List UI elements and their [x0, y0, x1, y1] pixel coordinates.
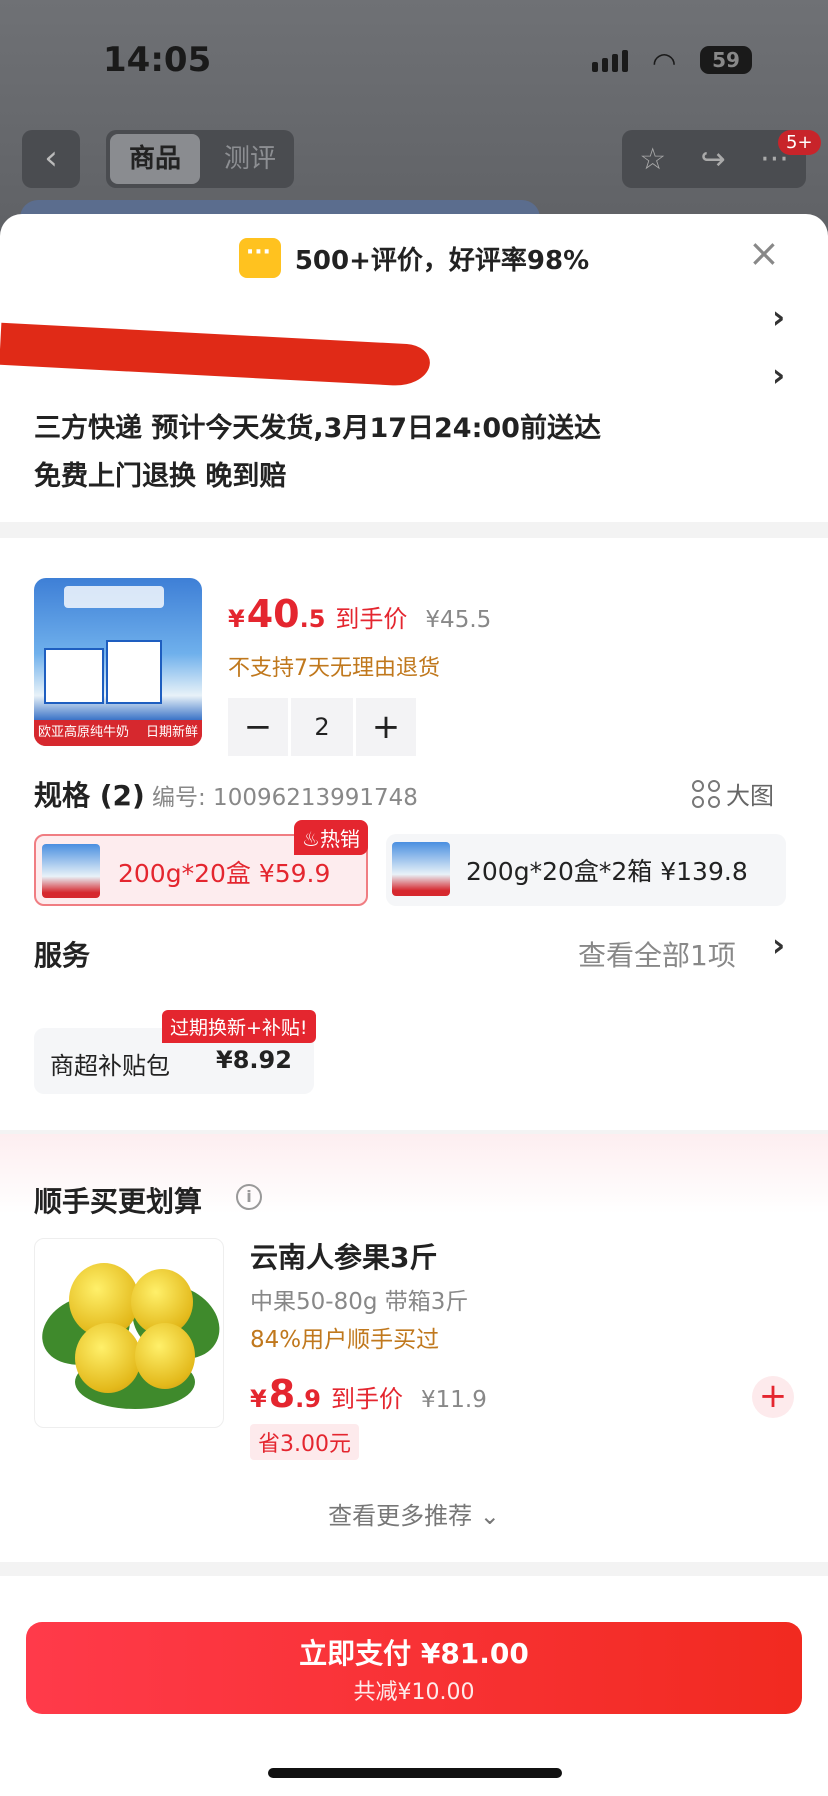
- rating-summary[interactable]: 500+评价，好评率98%: [0, 238, 828, 278]
- product-price: ¥ 40 .5 到手价 ¥45.5: [228, 592, 491, 636]
- address-chevron-icon[interactable]: ›: [772, 298, 785, 336]
- savings-badge: 省3.00元: [250, 1424, 359, 1460]
- pay-discount: 共减¥10.00: [353, 1680, 475, 1705]
- quantity-value[interactable]: 2: [291, 698, 353, 756]
- price-integer: 8: [268, 1372, 296, 1416]
- spec-title: 规格 (2): [34, 779, 145, 812]
- return-policy: 不支持7天无理由退货: [228, 656, 440, 681]
- bundle-title: 顺手买更划算: [34, 1185, 203, 1218]
- price-tag: 到手价: [330, 1385, 403, 1413]
- status-time: 14:05: [103, 40, 212, 80]
- bundle-item-image[interactable]: [34, 1238, 224, 1428]
- hot-sale-badge: ♨热销: [294, 820, 368, 855]
- hot-sale-label: 热销: [319, 827, 360, 851]
- order-sheet: 500+评价，好评率98% × › 三方快递 预计今天发货,3月17日24:00…: [0, 214, 828, 1796]
- option-label: 200g*20盒 ¥59.9: [118, 859, 331, 888]
- big-image-label: 大图: [726, 782, 774, 810]
- image-label-left: 欧亚高原纯牛奶: [38, 725, 130, 740]
- section-divider: [0, 1562, 828, 1576]
- option-label: 200g*20盒*2箱 ¥139.8: [466, 857, 748, 886]
- services-chevron-icon[interactable]: ›: [772, 926, 785, 964]
- subsidy-price: ¥8.92: [216, 1046, 292, 1074]
- product-image-label: 欧亚高原纯牛奶 日期新鲜: [34, 720, 202, 746]
- message-count-badge: 5+: [778, 130, 821, 155]
- wifi-icon: ◠: [652, 46, 677, 79]
- back-button[interactable]: ‹: [22, 130, 80, 188]
- milk-box: [44, 648, 104, 704]
- chat-bubble-icon: [238, 238, 281, 278]
- tab-product[interactable]: 商品: [110, 134, 200, 184]
- subsidy-name: 商超补贴包: [50, 1052, 170, 1080]
- shipping-info: 三方快递 预计今天发货,3月17日24:00前送达: [34, 413, 601, 444]
- close-button[interactable]: ×: [748, 234, 780, 272]
- product-image-banner: [64, 586, 164, 608]
- info-icon[interactable]: i: [236, 1184, 262, 1210]
- bundle-item-price: ¥ 8 .9 到手价 ¥11.9: [250, 1372, 487, 1416]
- subsidy-badge: 过期换新+补贴!: [162, 1010, 316, 1043]
- quantity-stepper: − 2 +: [228, 698, 416, 756]
- star-icon[interactable]: ☆: [639, 142, 666, 177]
- home-indicator: [268, 1768, 562, 1778]
- flame-icon: ♨: [302, 827, 320, 851]
- pay-now-button[interactable]: 立即支付 ¥81.00 共减¥10.00: [26, 1622, 802, 1714]
- decrease-button[interactable]: −: [228, 698, 288, 756]
- price-decimal: .5: [299, 605, 326, 633]
- background-page: 14:05 ◠ 59 ‹ 商品 测评 ☆ ↪ ··· 5+: [0, 0, 828, 240]
- view-all-services[interactable]: 查看全部1项: [578, 934, 736, 974]
- price-symbol: ¥: [250, 1385, 267, 1413]
- grid-icon: [692, 779, 720, 808]
- pay-amount: 立即支付 ¥81.00: [299, 1637, 529, 1670]
- fruit: [75, 1323, 141, 1393]
- add-bundle-button[interactable]: +: [752, 1376, 794, 1418]
- bundle-item-spec: 中果50-80g 带箱3斤: [250, 1289, 469, 1315]
- spec-option[interactable]: 200g*20盒*2箱 ¥139.8: [386, 834, 786, 906]
- tab-review[interactable]: 测评: [210, 134, 290, 184]
- bundle-item-name: 云南人参果3斤: [250, 1241, 438, 1274]
- share-icon[interactable]: ↪: [701, 142, 726, 177]
- image-label-right: 日期新鲜: [145, 725, 198, 740]
- option-thumbnail: [392, 842, 450, 896]
- return-info: 免费上门退换 晚到赔: [34, 461, 287, 492]
- option-thumbnail: [42, 844, 100, 898]
- price-decimal: .9: [295, 1385, 321, 1413]
- price-integer: 40: [246, 592, 300, 636]
- bundle-item-buyers: 84%用户顺手买过: [250, 1327, 440, 1353]
- service-title: 服务: [34, 939, 91, 972]
- rating-text: 500+评价，好评率98%: [294, 245, 590, 276]
- product-tabs: 商品 测评: [106, 130, 294, 188]
- original-price: ¥11.9: [420, 1387, 487, 1413]
- section-divider: [0, 522, 828, 538]
- original-price: ¥45.5: [425, 607, 492, 633]
- redacted-address: [0, 322, 431, 388]
- fruit: [135, 1323, 195, 1389]
- product-code: 编号: 10096213991748: [152, 785, 418, 811]
- milk-box: [106, 640, 162, 704]
- increase-button[interactable]: +: [356, 698, 416, 756]
- big-image-button[interactable]: 大图: [692, 776, 774, 811]
- price-symbol: ¥: [228, 605, 245, 633]
- battery-icon: 59: [700, 46, 752, 74]
- shipping-chevron-icon[interactable]: ›: [772, 356, 785, 394]
- price-tag: 到手价: [335, 605, 408, 633]
- cellular-signal-icon: [592, 50, 628, 72]
- product-image[interactable]: 欧亚高原纯牛奶 日期新鲜: [34, 578, 202, 746]
- more-recommendations[interactable]: 查看更多推荐 ⌄: [0, 1496, 828, 1531]
